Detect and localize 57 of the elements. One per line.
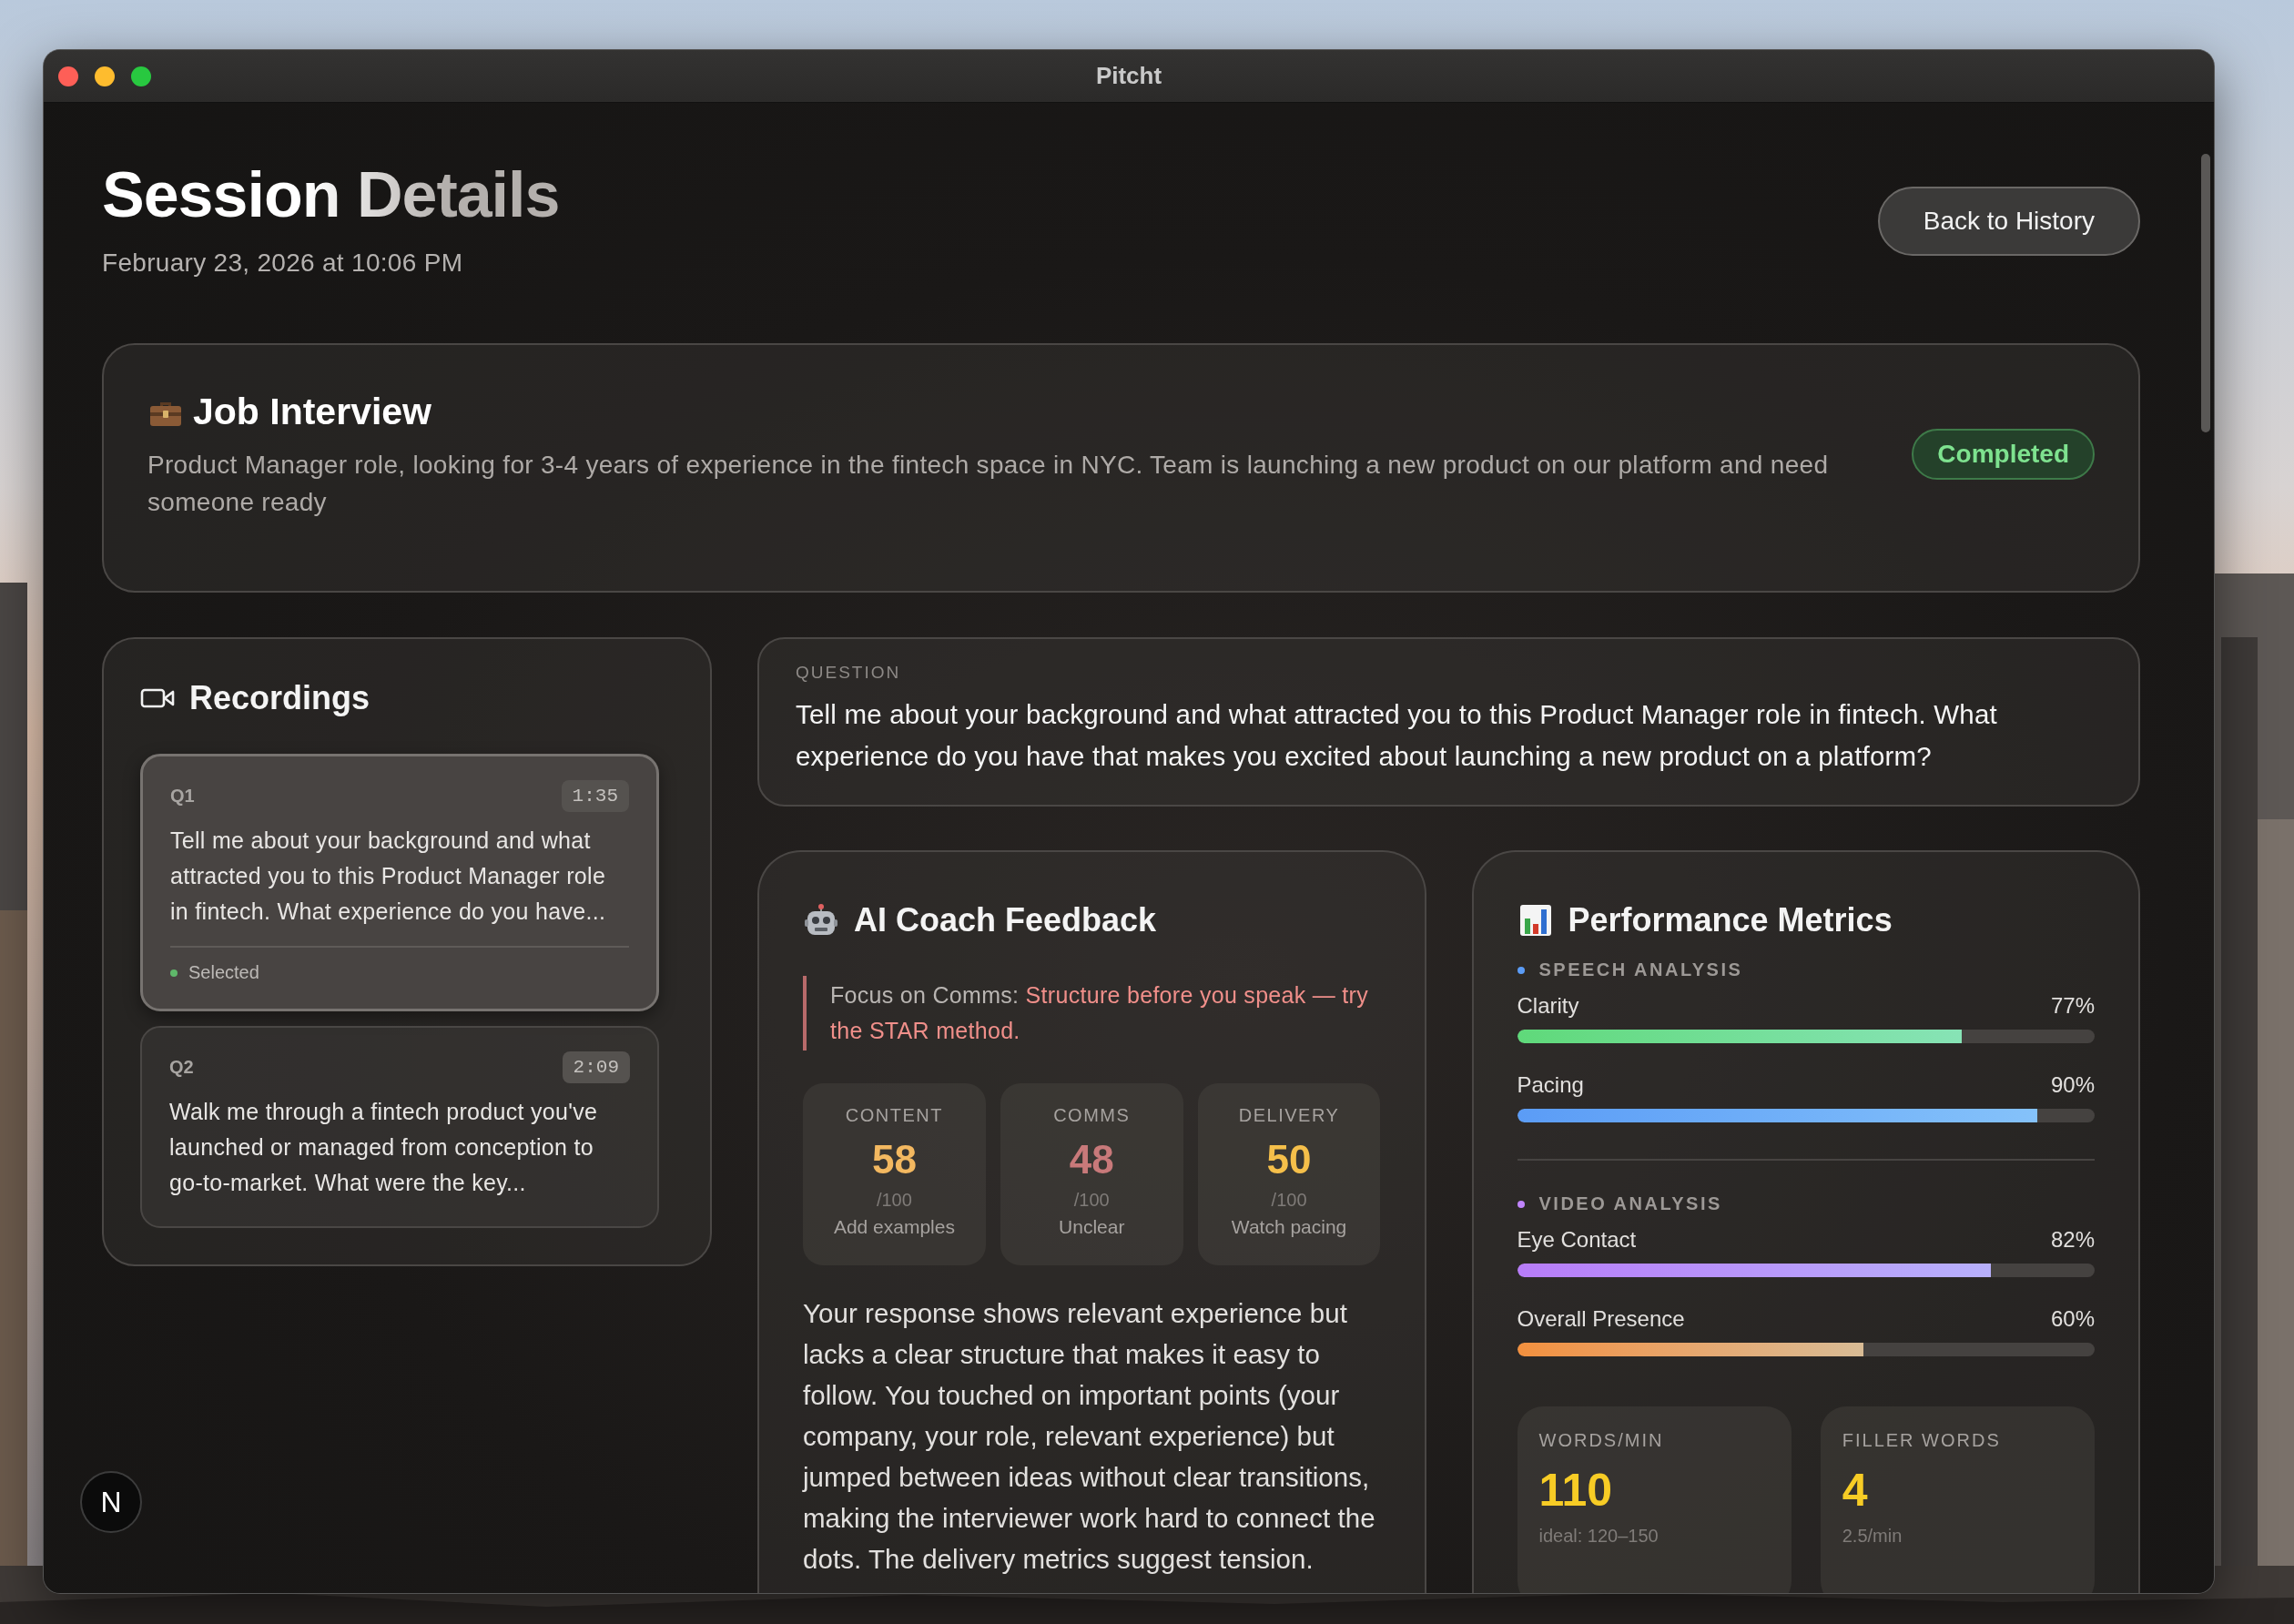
metric-reading: 77%	[2050, 993, 2095, 1019]
selected-label: Selected	[188, 962, 259, 983]
stat-value: 4	[1842, 1464, 1869, 1517]
stat-label: FILLER WORDS	[1842, 1430, 2002, 1451]
question-text: Tell me about your background and what attracted you to this Product Manager role in fintech. What experience do you have that makes you excited about launching a new product on a platform?	[796, 698, 1998, 773]
status-dot	[170, 969, 178, 977]
score-value: 48	[1069, 1137, 1114, 1182]
window-title: Pitcht	[1095, 62, 1162, 90]
zoom-button[interactable]	[131, 66, 151, 86]
stat-label: WORDS/MIN	[1538, 1430, 1665, 1451]
score-value: 58	[871, 1137, 917, 1182]
metric-name: Eye Contact	[1517, 1227, 1637, 1253]
session-date: February 23, 2026 at 10:06 PM	[102, 249, 464, 278]
section-title: Performance Metrics	[1568, 901, 1893, 939]
question-number: Q2	[169, 1057, 194, 1078]
score-note: Unclear	[1059, 1216, 1125, 1238]
session-title: Job Interview	[193, 391, 431, 433]
group-title: SPEECH ANALYSIS	[1538, 959, 1743, 980]
score-label: COMMS	[1053, 1105, 1131, 1126]
group-title: VIDEO ANALYSIS	[1538, 1193, 1722, 1214]
video-camera-icon	[140, 687, 175, 709]
recording-item[interactable]: Q2 2:09 Walk me through a fintech product you've launched or managed from conception to go-to-market. What were the key...	[140, 1026, 659, 1228]
section-title: AI Coach Feedback	[854, 901, 1157, 939]
back-button[interactable]: Back to History	[1877, 187, 2140, 256]
question-label: QUESTION	[796, 663, 902, 683]
stat-value: 110	[1538, 1464, 1614, 1517]
close-button[interactable]	[58, 66, 78, 86]
question-number: Q1	[170, 786, 195, 807]
metric-name: Pacing	[1517, 1072, 1584, 1098]
score-max: /100	[1073, 1190, 1110, 1211]
duration-badge: 1:35	[561, 780, 629, 812]
focus-tip: Focus on Comms: Structure before you speak — try the STAR method.	[830, 981, 1370, 1045]
duration-badge: 2:09	[562, 1051, 630, 1083]
score-label: CONTENT	[845, 1105, 943, 1126]
score-label: DELIVERY	[1238, 1105, 1340, 1126]
recording-question: Walk me through a fintech product you've launched or managed from conception to go-to-market. What were the key...	[169, 1098, 599, 1197]
section-title: Recordings	[189, 679, 370, 717]
scrollbar-thumb[interactable]	[2201, 154, 2210, 432]
feedback-summary: Your response shows relevant experience but lacks a clear structure that makes it easy to follow. You touched on important points (your company, your role, relevant experience) but jumped between ideas without clear transitions, making the interviewer work hard to connect the dots. The delivery metrics suggest tension.	[803, 1297, 1376, 1576]
metric-name: Clarity	[1517, 993, 1579, 1019]
metric-reading: 82%	[2050, 1227, 2095, 1253]
session-description: Product Manager role, looking for 3-4 years of experience in the fintech space in NYC. Team is launching a new product on our platform and need someone ready	[147, 450, 1830, 518]
score-note: Add examples	[833, 1216, 955, 1238]
score-max: /100	[876, 1190, 912, 1211]
dev-badge[interactable]: N	[80, 1471, 142, 1533]
recording-item[interactable]: Q1 1:35 Tell me about your background and what attracted you to this Product Manager role in fintech. What experience do you have... Selected	[140, 754, 659, 1011]
status-badge: Completed	[1912, 429, 2095, 480]
stat-note: 2.5/min	[1842, 1526, 1903, 1547]
recording-question: Tell me about your background and what attracted you to this Product Manager role in fintech. What experience do you have...	[170, 827, 607, 926]
minimize-button[interactable]	[95, 66, 115, 86]
metric-reading: 90%	[2050, 1072, 2095, 1098]
score-max: /100	[1271, 1190, 1307, 1211]
metric-name: Overall Presence	[1517, 1306, 1685, 1332]
score-note: Watch pacing	[1231, 1216, 1347, 1238]
stat-note: ideal: 120–150	[1538, 1526, 1660, 1547]
score-value: 50	[1266, 1137, 1312, 1182]
metric-reading: 60%	[2050, 1306, 2095, 1332]
